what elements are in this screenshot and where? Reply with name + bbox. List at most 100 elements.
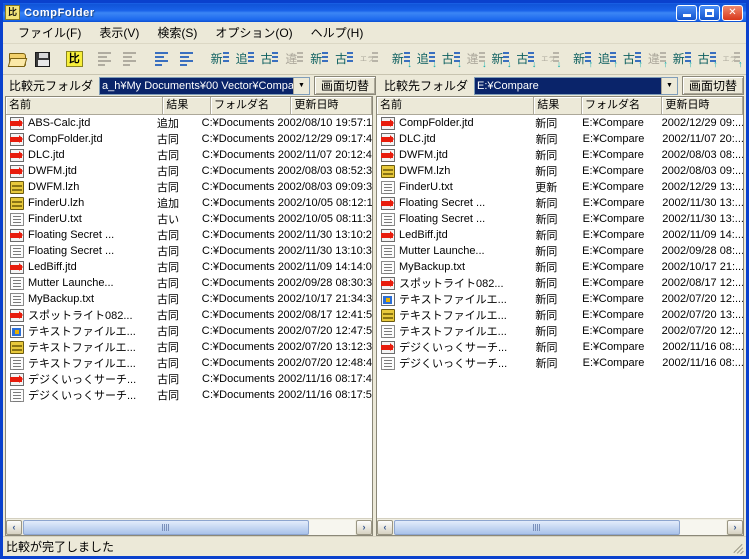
- table-row[interactable]: DWFM.jtd 古同 C:¥Documents...2002/08/03 08:5…: [6, 163, 372, 179]
- table-row[interactable]: テキストファイルエ... 古同 C:¥Documents...2002/07/20 …: [6, 323, 372, 339]
- target-folder-path[interactable]: E:¥Compare: [475, 77, 661, 94]
- scroll-thumb[interactable]: [394, 519, 680, 535]
- copy-right-to-left-button[interactable]: [176, 48, 199, 70]
- column-header-result[interactable]: 結果: [163, 97, 211, 114]
- copy-newsame-up-button[interactable]: 新 ↑: [670, 48, 693, 70]
- table-row[interactable]: Mutter Launche... 新同 E:¥Compare 2002/09/28 …: [377, 243, 743, 259]
- table-row[interactable]: FinderU.lzh 追加 C:¥Documents...2002/10/05 0…: [6, 195, 372, 211]
- filter-old-button[interactable]: 古: [258, 48, 281, 70]
- table-row[interactable]: CompFolder.jtd 新同 E:¥Compare 2002/12/29 09:…: [377, 115, 743, 131]
- scroll-right-button[interactable]: ›: [356, 519, 372, 535]
- menu-search[interactable]: 検索(S): [148, 22, 206, 43]
- table-row[interactable]: FinderU.txt 古い C:¥Documents...2002/10/05 0…: [6, 211, 372, 227]
- menu-options[interactable]: オプション(O): [206, 22, 301, 43]
- file-name-cell[interactable]: DLC.jtd: [377, 132, 533, 146]
- menu-view[interactable]: 表示(V): [90, 22, 148, 43]
- file-name-cell[interactable]: MyBackup.txt: [377, 260, 532, 274]
- column-header-name[interactable]: 名前: [6, 97, 164, 114]
- table-row[interactable]: DWFM.jtd 新同 E:¥Compare 2002/08/03 08:...: [377, 147, 743, 163]
- scroll-right-button[interactable]: ›: [727, 519, 743, 535]
- filter-added-button[interactable]: 追: [233, 48, 256, 70]
- copy-added-up-button[interactable]: 追 ↑: [596, 48, 619, 70]
- target-file-list[interactable]: CompFolder.jtd 新同 E:¥Compare 2002/12/29 09:…: [377, 115, 743, 518]
- file-name-cell[interactable]: ABS-Calc.jtd: [6, 116, 154, 130]
- scroll-thumb[interactable]: [23, 519, 309, 535]
- file-name-cell[interactable]: Floating Secret ...: [377, 212, 533, 226]
- file-name-cell[interactable]: デジくいっくサーチ...: [377, 355, 533, 371]
- table-row[interactable]: LedBiff.jtd 新同 E:¥Compare 2002/11/09 14:...: [377, 227, 743, 243]
- file-name-cell[interactable]: FinderU.txt: [6, 212, 154, 226]
- copy-oldsame-down-button[interactable]: 古 ↓: [514, 48, 537, 70]
- file-name-cell[interactable]: LedBiff.jtd: [377, 228, 533, 242]
- copy-old-down-button[interactable]: 古 ↓: [439, 48, 462, 70]
- table-row[interactable]: FinderU.txt 更新 E:¥Compare 2002/12/29 13:...: [377, 179, 743, 195]
- table-row[interactable]: テキストファイルエ... 新同 E:¥Compare 2002/07/20 12:..…: [377, 291, 743, 307]
- copy-oldsame-up-button[interactable]: 古 ↑: [695, 48, 718, 70]
- table-row[interactable]: テキストファイルエ... 古同 C:¥Documents...2002/07/20 …: [6, 339, 372, 355]
- table-row[interactable]: LedBiff.jtd 古同 C:¥Documents...2002/11/09 1…: [6, 259, 372, 275]
- column-header-result[interactable]: 結果: [534, 97, 582, 114]
- table-row[interactable]: DWFM.lzh 古同 C:¥Documents...2002/08/03 09:0…: [6, 179, 372, 195]
- table-row[interactable]: デジくいっくサーチ... 新同 E:¥Compare 2002/11/16 08:..…: [377, 355, 743, 371]
- copy-new-down-button[interactable]: 新 ↓: [389, 48, 412, 70]
- file-name-cell[interactable]: デジくいっくサーチ...: [377, 339, 533, 355]
- source-horizontal-scrollbar[interactable]: ‹ ›: [6, 518, 372, 535]
- filter-new-button[interactable]: 新: [208, 48, 231, 70]
- compare-button[interactable]: 比: [63, 48, 86, 70]
- table-row[interactable]: スポットライト082... 古同 C:¥Documents...2002/08/17…: [6, 307, 372, 323]
- file-name-cell[interactable]: Mutter Launche...: [377, 244, 532, 258]
- maximize-button[interactable]: [699, 4, 720, 21]
- scroll-track[interactable]: [394, 519, 726, 535]
- column-header-folder[interactable]: フォルダ名: [581, 97, 663, 114]
- scroll-track[interactable]: [23, 519, 355, 535]
- table-row[interactable]: デジくいっくサーチ... 古同 C:¥Documents...2002/11/16 …: [6, 371, 372, 387]
- file-name-cell[interactable]: テキストファイルエ...: [377, 323, 532, 339]
- file-name-cell[interactable]: MyBackup.txt: [6, 292, 154, 306]
- table-row[interactable]: MyBackup.txt 古同 C:¥Documents...2002/10/17 …: [6, 291, 372, 307]
- file-name-cell[interactable]: DWFM.jtd: [377, 148, 532, 162]
- source-folder-combo[interactable]: a_h¥My Documents¥00 Vector¥Compare ▼: [99, 76, 310, 95]
- file-name-cell[interactable]: テキストファイルエ...: [6, 323, 154, 339]
- file-name-cell[interactable]: Floating Secret ...: [6, 228, 154, 242]
- copy-new-up-button[interactable]: 新 ↑: [571, 48, 594, 70]
- source-file-list[interactable]: ABS-Calc.jtd追加C:¥Documents...2002/08/10 …: [6, 115, 372, 518]
- file-name-cell[interactable]: テキストファイルエ...: [377, 307, 532, 323]
- table-row[interactable]: DLC.jtd 古同 C:¥Documents...2002/11/07 20:12…: [6, 147, 372, 163]
- table-row[interactable]: ABS-Calc.jtd 追加 C:¥Documents...2002/08/10 …: [6, 115, 372, 131]
- filter-old-same-button[interactable]: 古: [333, 48, 356, 70]
- table-row[interactable]: Floating Secret ... 新同 E:¥Compare 2002/11/3…: [377, 195, 743, 211]
- copy-left-to-right-button[interactable]: [151, 48, 174, 70]
- file-name-cell[interactable]: テキストファイルエ...: [377, 291, 532, 307]
- file-name-cell[interactable]: DLC.jtd: [6, 148, 154, 162]
- save-button[interactable]: [31, 48, 54, 70]
- chevron-down-icon[interactable]: ▼: [660, 77, 677, 94]
- scroll-left-button[interactable]: ‹: [377, 519, 393, 535]
- table-row[interactable]: テキストファイルエ... 古同 C:¥Documents...2002/07/20 …: [6, 355, 372, 371]
- source-folder-path[interactable]: a_h¥My Documents¥00 Vector¥Compare: [100, 77, 293, 94]
- table-row[interactable]: Floating Secret ... 古同 C:¥Documents...2002…: [6, 227, 372, 243]
- table-row[interactable]: Floating Secret ... 新同 E:¥Compare 2002/11/3…: [377, 211, 743, 227]
- table-row[interactable]: DWFM.lzh 新同 E:¥Compare 2002/08/03 09:...: [377, 163, 743, 179]
- copy-old-up-button[interactable]: 古 ↑: [620, 48, 643, 70]
- chevron-down-icon[interactable]: ▼: [292, 77, 309, 94]
- target-horizontal-scrollbar[interactable]: ‹ ›: [377, 518, 743, 535]
- table-row[interactable]: CompFolder.jtd 古同 C:¥Documents...2002/12/2…: [6, 131, 372, 147]
- file-name-cell[interactable]: Floating Secret ...: [6, 244, 154, 258]
- target-folder-combo[interactable]: E:¥Compare ▼: [474, 76, 678, 95]
- file-name-cell[interactable]: スポットライト082...: [377, 275, 532, 291]
- file-name-cell[interactable]: Mutter Launche...: [6, 276, 154, 290]
- scroll-left-button[interactable]: ‹: [6, 519, 22, 535]
- table-row[interactable]: MyBackup.txt 新同 E:¥Compare 2002/10/17 21:..…: [377, 259, 743, 275]
- file-name-cell[interactable]: FinderU.txt: [377, 180, 532, 194]
- table-row[interactable]: テキストファイルエ... 新同 E:¥Compare 2002/07/20 13:..…: [377, 307, 743, 323]
- column-header-name[interactable]: 名前: [377, 97, 535, 114]
- file-name-cell[interactable]: テキストファイルエ...: [6, 355, 154, 371]
- copy-added-down-button[interactable]: 追 ↓: [414, 48, 437, 70]
- close-button[interactable]: ✕: [722, 4, 743, 21]
- file-name-cell[interactable]: CompFolder.jtd: [6, 132, 154, 146]
- source-switch-view-button[interactable]: 画面切替: [313, 76, 376, 95]
- table-row[interactable]: Floating Secret ... 古同 C:¥Documents...2002…: [6, 243, 372, 259]
- file-name-cell[interactable]: DWFM.jtd: [6, 164, 154, 178]
- table-row[interactable]: スポットライト082... 新同 E:¥Compare 2002/08/17 12:.…: [377, 275, 743, 291]
- menu-file[interactable]: ファイル(F): [9, 22, 90, 43]
